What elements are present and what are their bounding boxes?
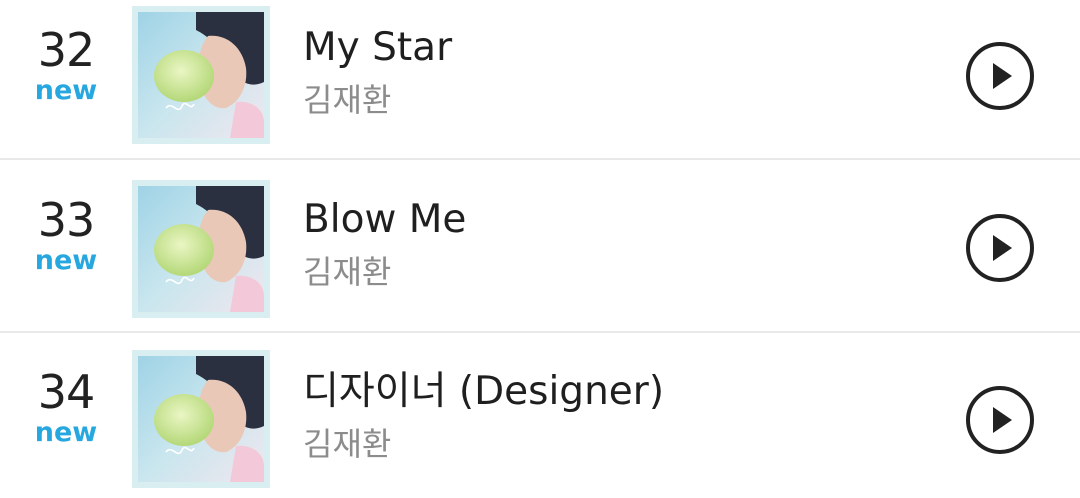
play-button[interactable] [966,386,1034,454]
rank-column: 33 new [18,192,114,276]
artist-name: 김재환 [303,425,392,463]
artist-name: 김재환 [303,81,392,119]
chart-list: 32 new My Star 김재환 33 new Blow Me 김재환 34… [0,0,1080,498]
rank-number: 34 [37,365,96,419]
song-info[interactable]: My Star 김재환 [303,24,923,120]
song-title: My Star [303,25,453,70]
chart-row[interactable]: 34 new 디자이너 (Designer) 김재환 [0,344,1080,498]
chart-row[interactable]: 32 new My Star 김재환 [0,0,1080,172]
rank-change-badge: new [34,245,98,276]
song-title: 디자이너 (Designer) [303,369,665,414]
play-icon [993,63,1012,89]
rank-change-badge: new [34,417,98,448]
rank-number: 33 [37,193,96,247]
rank-change-badge: new [34,75,98,106]
play-icon [993,407,1012,433]
album-cover-image [138,356,264,482]
song-info[interactable]: Blow Me 김재환 [303,196,923,292]
album-art[interactable] [132,350,270,488]
album-art[interactable] [132,180,270,318]
album-cover-image [138,12,264,138]
song-info[interactable]: 디자이너 (Designer) 김재환 [303,368,923,464]
rank-column: 32 new [18,22,114,106]
album-art[interactable] [132,6,270,144]
artist-name: 김재환 [303,253,392,291]
play-button[interactable] [966,214,1034,282]
album-cover-image [138,186,264,312]
song-title: Blow Me [303,197,467,242]
play-icon [993,235,1012,261]
play-button[interactable] [966,42,1034,110]
row-divider [0,331,1080,333]
rank-column: 34 new [18,364,114,448]
row-divider [0,158,1080,160]
rank-number: 32 [37,23,96,77]
chart-row[interactable]: 33 new Blow Me 김재환 [0,172,1080,344]
